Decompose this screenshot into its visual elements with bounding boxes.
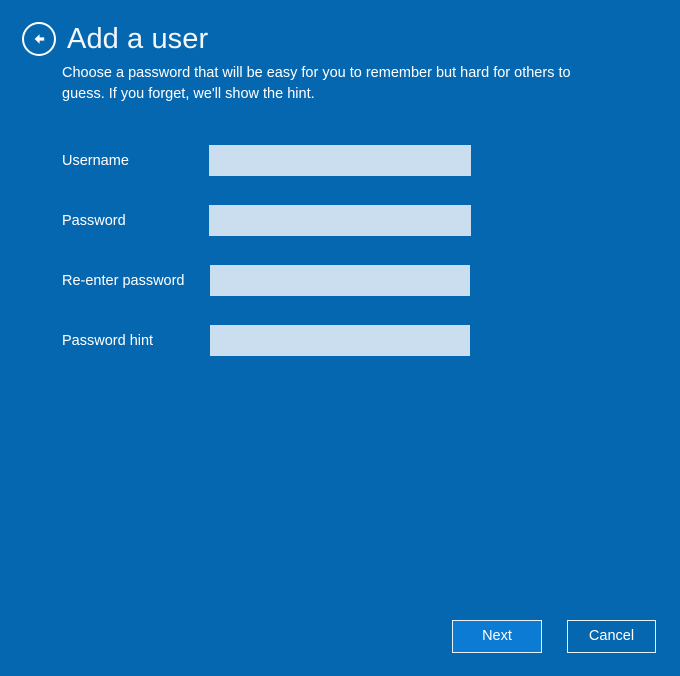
field-row-reenter-password: Re-enter password (0, 265, 680, 325)
label-reenter-password: Re-enter password (62, 273, 185, 289)
page-title: Add a user (67, 23, 209, 55)
password-hint-input[interactable] (210, 325, 470, 356)
next-button[interactable]: Next (452, 620, 542, 653)
field-row-password: Password (0, 205, 680, 265)
label-password: Password (62, 213, 126, 229)
field-row-password-hint: Password hint (0, 325, 680, 385)
dialog-description: Choose a password that will be easy for … (62, 65, 571, 102)
footer-buttons: Next Cancel (0, 620, 680, 654)
username-input[interactable] (209, 145, 471, 176)
add-user-dialog: Add a user Choose a password that will b… (0, 0, 680, 676)
cancel-button[interactable]: Cancel (567, 620, 656, 653)
password-input[interactable] (209, 205, 471, 236)
reenter-password-input[interactable] (210, 265, 470, 296)
header: Add a user (22, 22, 208, 56)
field-row-username: Username (0, 145, 680, 205)
label-username: Username (62, 153, 129, 169)
label-password-hint: Password hint (62, 333, 154, 349)
add-user-form: Username Password Re-enter password Pass… (0, 145, 680, 385)
back-arrow-circle-icon[interactable] (22, 22, 56, 56)
